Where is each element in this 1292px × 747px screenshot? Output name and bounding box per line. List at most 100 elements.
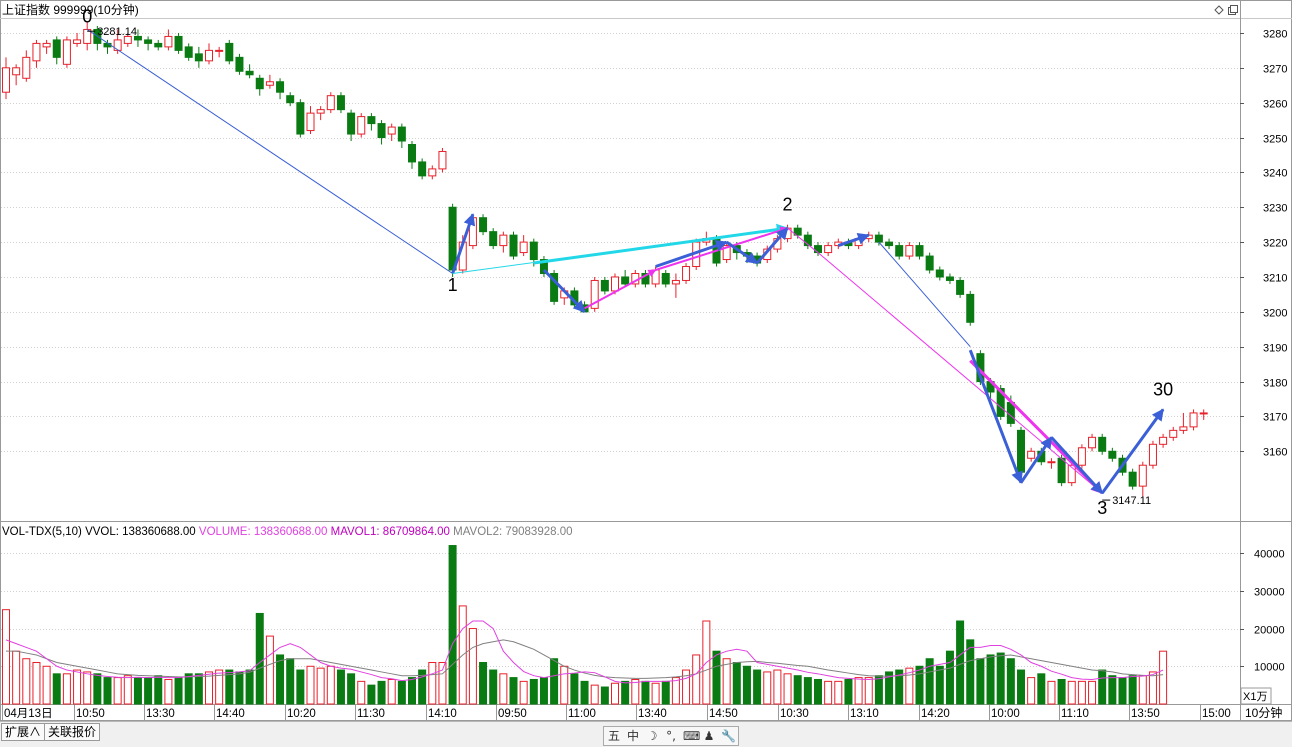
candle: [215, 49, 224, 52]
volume-bar: [387, 678, 396, 705]
time-label: 15:00: [1202, 708, 1231, 720]
volume-bar: [631, 678, 640, 705]
volume-bar: [2, 609, 10, 705]
candle: [448, 206, 457, 271]
candle: [905, 245, 914, 257]
candle: [956, 279, 965, 295]
volume-bar: [428, 662, 437, 705]
wrench-icon[interactable]: 🔧: [721, 729, 736, 743]
volume-bar: [793, 675, 802, 705]
stock-chart[interactable]: 上证指数 999999(10分钟)32803270326032503240323…: [0, 0, 1292, 721]
volume-bar: [1047, 680, 1056, 705]
volume-bar: [996, 652, 1005, 705]
calendar-icon[interactable]: 五: [607, 729, 621, 743]
volume-bar: [945, 650, 954, 705]
candle: [1169, 429, 1178, 438]
user-icon[interactable]: ♟: [702, 729, 716, 743]
candle: [1148, 443, 1157, 466]
volume-bar: [276, 654, 285, 705]
chinese-input-icon[interactable]: 中: [626, 729, 640, 743]
candle: [1057, 457, 1066, 484]
volume-bar: [93, 673, 102, 705]
volume-bar: [448, 545, 457, 705]
volume-bar: [854, 677, 863, 705]
candle: [611, 276, 619, 292]
candle: [1017, 429, 1025, 473]
candle: [824, 245, 833, 254]
volume-bar: [144, 677, 153, 705]
price-tick-label: 3210: [1263, 273, 1287, 285]
volume-header-item: MAVOL1: 86709864.00: [331, 526, 454, 538]
price-tick-label: 3160: [1263, 447, 1287, 459]
volume-bar: [184, 673, 193, 705]
price-tick-label: 3240: [1263, 168, 1287, 180]
wave-label: 30: [1153, 380, 1173, 400]
volume-bar: [1159, 650, 1168, 705]
value-annotation: 3147.11: [1112, 495, 1151, 507]
volume-header-item: MAVOL2: 79083928.00: [453, 526, 572, 538]
volume-bar: [874, 675, 883, 705]
volume-bar: [377, 680, 386, 705]
candle: [489, 231, 498, 247]
time-label: 14:40: [216, 708, 245, 720]
tab-extend[interactable]: 扩展∧: [1, 723, 46, 741]
volume-bar: [651, 682, 660, 705]
volume-bar: [52, 673, 61, 705]
volume-bar: [133, 677, 142, 705]
volume-bar: [336, 669, 345, 705]
time-label: 14:10: [428, 708, 457, 720]
punctuation-icon[interactable]: °,: [664, 729, 678, 743]
volume-bar: [1027, 677, 1036, 705]
volume-bar: [712, 650, 721, 705]
volume-bar: [357, 680, 366, 705]
volume-bar: [722, 658, 731, 705]
candle: [1027, 450, 1036, 459]
volume-bar: [692, 654, 701, 705]
candle: [509, 234, 518, 257]
volume-bar: [956, 620, 965, 705]
volume-bar: [621, 680, 630, 705]
price-tick-label: 3190: [1263, 343, 1287, 355]
time-label: 10:00: [991, 708, 1020, 720]
volume-bar: [986, 654, 995, 705]
volume-bar: [803, 677, 812, 705]
volume-bar: [742, 665, 751, 705]
candle: [1108, 450, 1117, 459]
volume-bar: [1006, 658, 1015, 705]
price-tick-label: 3280: [1263, 29, 1287, 41]
volume-bar: [732, 662, 741, 705]
time-label: 09:50: [498, 708, 527, 720]
period-label: 10分钟: [1245, 705, 1282, 720]
moon-icon[interactable]: ☽: [645, 729, 659, 743]
price-tick-label: 3250: [1263, 134, 1287, 146]
wave-label: 1: [448, 275, 458, 295]
candle: [316, 109, 325, 114]
volume-bar: [773, 669, 782, 705]
volume-bar: [550, 658, 559, 705]
candle: [499, 234, 508, 247]
time-label: 10:50: [76, 708, 105, 720]
volume-tick-label: 30000: [1254, 587, 1285, 599]
volume-bar: [529, 678, 538, 705]
tab-related-quotes[interactable]: 关联报价: [44, 723, 101, 741]
keyboard-icon[interactable]: ⌨: [683, 729, 700, 743]
volume-bar: [590, 684, 599, 705]
candle: [438, 150, 447, 170]
volume-bar: [763, 671, 772, 705]
volume-bar: [245, 669, 254, 705]
volume-header-item: VOL-TDX(5,10): [2, 526, 85, 538]
price-tick-label: 3260: [1263, 99, 1287, 111]
time-label: 14:20: [921, 708, 950, 720]
volume-bar: [123, 675, 132, 705]
candle: [945, 276, 954, 281]
volume-bar: [174, 677, 183, 705]
wave-label: 2: [783, 195, 793, 215]
volume-bar: [154, 675, 163, 705]
volume-bar: [1138, 675, 1147, 705]
input-toolbar: 五中 ☽ °, ⌨ ♟ 🔧: [603, 726, 739, 746]
volume-bar: [509, 677, 518, 705]
candle: [154, 42, 163, 48]
volume-bar: [1017, 669, 1025, 705]
candle: [519, 241, 528, 254]
candle: [276, 81, 285, 93]
